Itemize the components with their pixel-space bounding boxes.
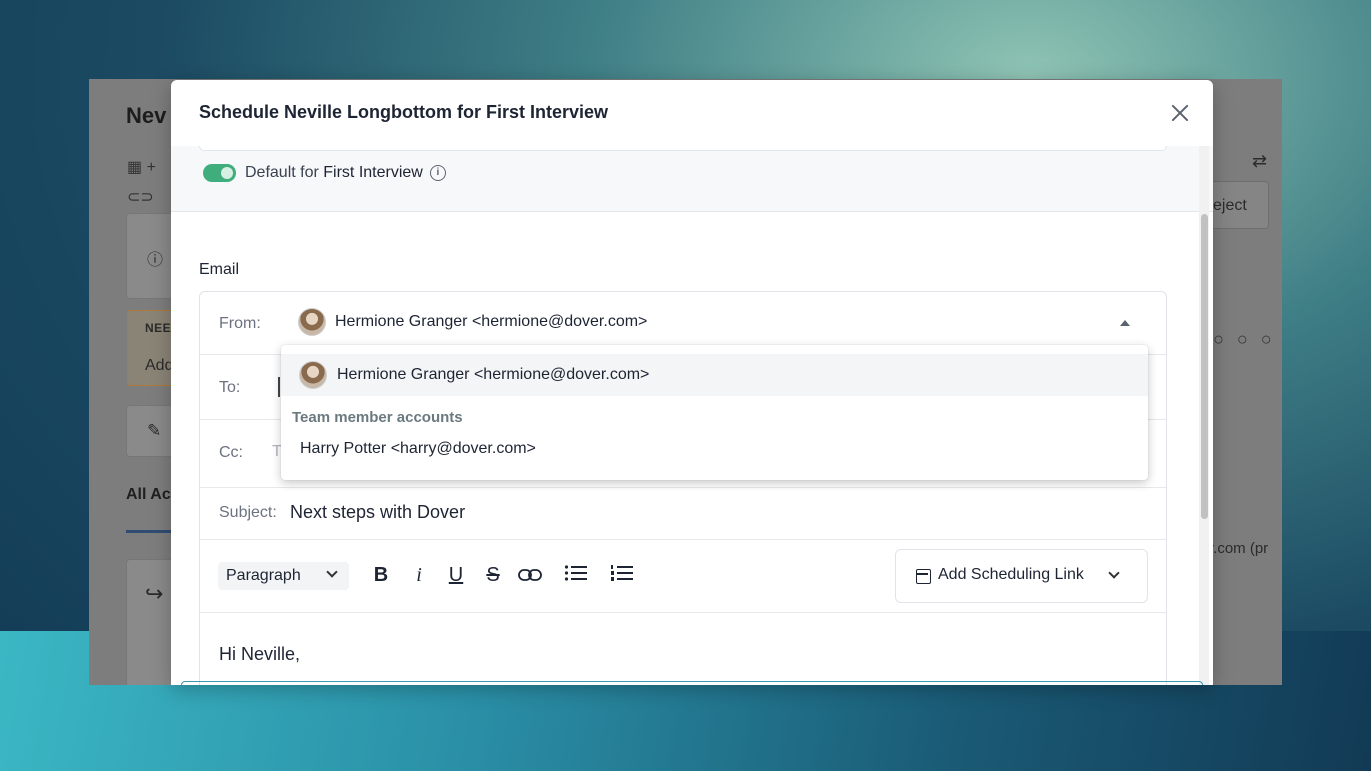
italic-button[interactable]: i [406,564,432,587]
paragraph-style-select[interactable]: Paragraph [218,562,349,590]
dropdown-option[interactable]: Harry Potter <harry@dover.com> [281,434,1148,466]
forward-icon: ↪ [145,581,164,606]
dropdown-option-selected[interactable]: Hermione Granger <hermione@dover.com> [281,354,1148,396]
subject-field-row[interactable]: Subject: Next steps with Dover [200,488,1166,540]
needs-action-text: Add [145,357,174,374]
default-toggle-label: Default for First Interview [245,164,423,182]
editor-toolbar: Paragraph B i U S Add Scheduling Link [200,540,1166,613]
email-section-label: Email [199,261,240,278]
link-icon-row: ⊂⊃ [127,189,154,206]
chevron-down-icon [326,566,338,578]
avatar [299,361,327,389]
candidate-name-fragment: Nev [126,103,167,128]
subject-input[interactable]: Next steps with Dover [290,502,465,523]
info-icon[interactable]: i [429,165,446,181]
bullet-list-icon[interactable] [563,564,589,588]
default-toggle-row: Default for First Interview i [203,162,446,184]
link-icon[interactable] [517,566,543,587]
modal-header: Schedule Neville Longbottom for First In… [171,80,1213,146]
strikethrough-button[interactable]: S [480,564,506,587]
numbered-list-icon[interactable] [609,564,635,588]
building-icon-row: ▦ + [127,159,156,176]
subject-label: Subject: [219,504,277,521]
underline-button[interactable]: U [443,564,469,587]
to-label: To: [219,379,241,396]
close-icon[interactable] [1167,100,1193,126]
email-fragment: r.com (pr [1209,540,1269,557]
dropdown-option-label: Hermione Granger <hermione@dover.com> [337,366,650,383]
stage-progress-circles: ○ ○ ○ [1213,329,1276,349]
default-prefix: Default for [245,164,324,181]
calendar-icon [916,569,931,584]
previous-card-edge [199,146,1167,151]
dropdown-group-label: Team member accounts [292,409,463,426]
reject-label-fragment: eject [1213,197,1247,214]
from-label: From: [219,315,261,332]
from-dropdown-menu: Hermione Granger <hermione@dover.com> Te… [281,345,1148,480]
active-tab-underline [126,530,172,533]
needs-badge: NEE [145,321,172,335]
paragraph-select-label: Paragraph [226,567,301,584]
default-stage-name: First Interview [323,164,423,181]
caret-up-icon[interactable] [1120,320,1130,326]
swap-icon: ⇄ [1252,151,1268,171]
bold-button[interactable]: B [368,564,394,587]
from-select-value[interactable]: Hermione Granger <hermione@dover.com> [335,313,647,331]
pencil-icon: ✎ [147,421,162,440]
dropdown-option-label: Harry Potter <harry@dover.com> [300,440,536,457]
info-icon: ⓘ [147,252,164,269]
avatar [298,308,326,336]
modal-title: Schedule Neville Longbottom for First In… [199,102,609,122]
chevron-down-icon [1108,567,1120,579]
add-scheduling-link-button[interactable]: Add Scheduling Link [895,549,1148,603]
to-input[interactable] [278,377,280,397]
email-body[interactable]: Hi Neville, [219,644,300,665]
default-toggle-switch[interactable] [203,164,236,182]
cc-label: Cc: [219,444,243,461]
activity-tab-fragment: All Ac [126,486,171,503]
modal-scrollbar-thumb[interactable] [1201,214,1208,519]
next-section-edge [181,681,1203,685]
scheduling-button-label: Add Scheduling Link [938,566,1084,583]
